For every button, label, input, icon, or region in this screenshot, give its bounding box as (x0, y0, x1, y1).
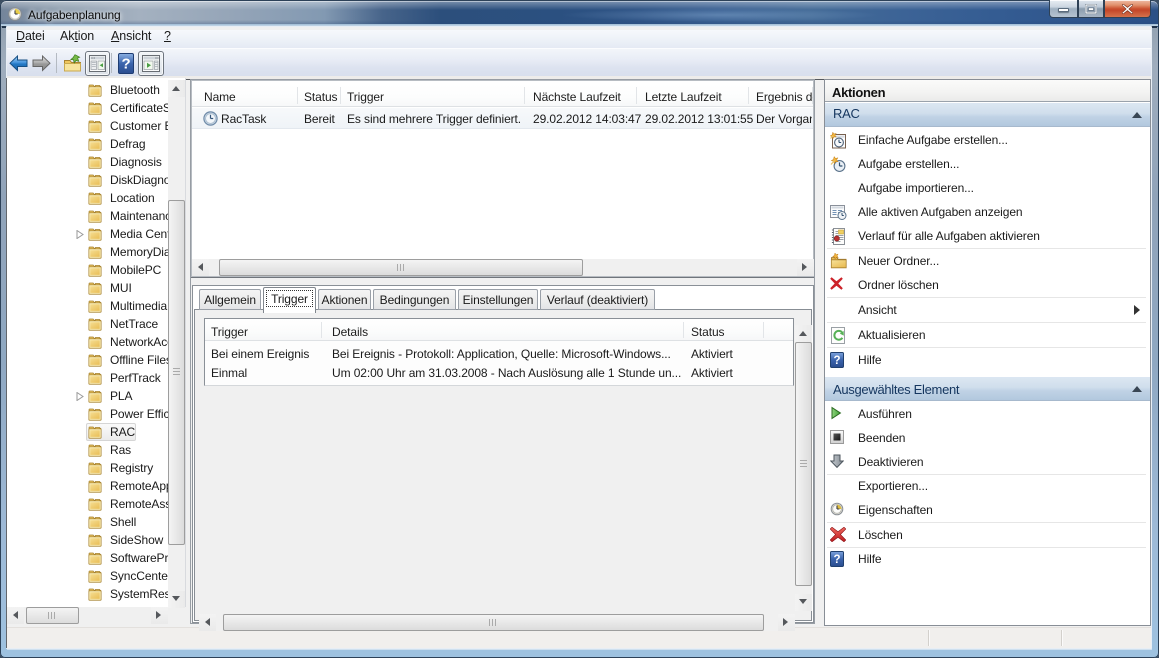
svg-text:?: ? (834, 355, 841, 367)
svg-text:?: ? (121, 56, 130, 73)
svg-text:?: ? (834, 554, 841, 566)
